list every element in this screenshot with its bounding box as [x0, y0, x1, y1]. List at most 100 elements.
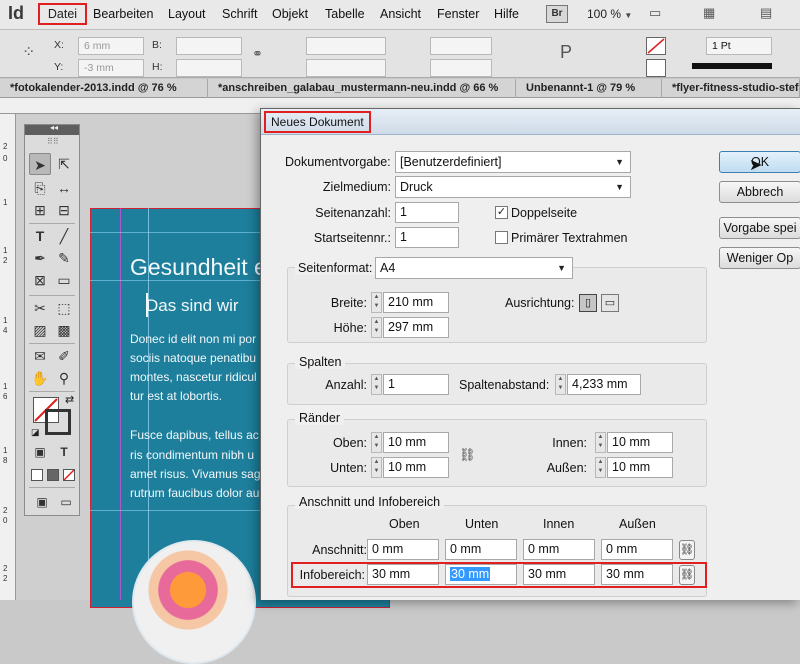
breite-stepper[interactable]: ▲ ▼ [371, 292, 382, 313]
gap-tool-icon[interactable]: ↔ [53, 177, 75, 199]
hand-tool-icon[interactable]: ✋ [29, 367, 51, 389]
apply-none-icon[interactable] [63, 469, 75, 481]
infobereich-unten-field[interactable]: 30 mm [445, 564, 517, 585]
hoehe-stepper[interactable]: ▲ ▼ [371, 317, 382, 338]
menu-bearbeiten[interactable]: Bearbeiten [93, 7, 153, 21]
scissors-tool-icon[interactable]: ✂ [29, 297, 51, 319]
anschnitt-oben-field[interactable]: 0 mm [367, 539, 439, 560]
constrain-proportions-icon[interactable]: ⚭ [252, 46, 263, 62]
normal-view-icon[interactable]: ▣ [31, 491, 53, 513]
selection-tool-icon[interactable]: ➤ [29, 153, 51, 175]
body-text-line[interactable]: sociis natoque penatibu [130, 349, 256, 369]
menu-ansicht[interactable]: Ansicht [380, 7, 421, 21]
body-text-line[interactable]: montes, nascetur ridicul [130, 368, 257, 388]
zoom-level[interactable]: 100 % ▼ [587, 7, 632, 21]
width-field[interactable] [176, 37, 242, 55]
scale-x-field[interactable] [306, 37, 386, 55]
spaltenabstand-field[interactable]: 4,233 mm [567, 374, 641, 395]
tab-anschreiben[interactable]: *anschreiben_galabau_mustermann-neu.indd… [208, 79, 516, 98]
collapse-icon[interactable]: ◂◂ [50, 123, 58, 132]
anschnitt-innen-field[interactable]: 0 mm [523, 539, 595, 560]
dialog-titlebar[interactable]: Neues Dokument [261, 109, 800, 135]
formatting-text-icon[interactable]: T [53, 441, 75, 463]
textrahmen-checkbox[interactable] [495, 231, 508, 244]
free-transform-tool-icon[interactable]: ⬚ [53, 297, 75, 319]
pencil-tool-icon[interactable]: ✎ [53, 247, 75, 269]
breite-field[interactable]: 210 mm [383, 292, 449, 313]
spaltenabstand-stepper[interactable]: ▲ ▼ [555, 374, 566, 395]
page-subhead[interactable]: Das sind wir [146, 296, 239, 316]
tab-unbenannt[interactable]: Unbenannt-1 @ 79 % [516, 79, 662, 98]
portrait-orientation-icon[interactable]: ▯ [579, 294, 597, 312]
aussen-field[interactable]: 10 mm [607, 457, 673, 478]
infobereich-link-icon[interactable]: ⛓ [679, 565, 695, 585]
aussen-stepper[interactable]: ▲ ▼ [595, 457, 606, 478]
content-placer-icon[interactable]: ⊟ [53, 199, 75, 221]
apply-gradient-icon[interactable] [47, 469, 59, 481]
x-field[interactable]: 6 mm [78, 37, 144, 55]
formatting-container-icon[interactable]: ▣ [29, 441, 51, 463]
direct-selection-tool-icon[interactable]: ⇱ [53, 153, 75, 175]
menu-schrift[interactable]: Schrift [222, 7, 257, 21]
dokumentvorgabe-select[interactable]: [Benutzerdefiniert] ▼ [395, 151, 631, 173]
anzahl-stepper[interactable]: ▲ ▼ [371, 374, 382, 395]
startseite-field[interactable]: 1 [395, 227, 459, 248]
infobereich-aussen-field[interactable]: 30 mm [601, 564, 673, 585]
seitenformat-select[interactable]: A4 ▼ [375, 257, 573, 279]
menu-objekt[interactable]: Objekt [272, 7, 308, 21]
zoom-tool-icon[interactable]: ⚲ [53, 367, 75, 389]
pen-tool-icon[interactable]: ✒ [29, 247, 51, 269]
body-text-line[interactable]: Fusce dapibus, tellus ac [130, 426, 259, 446]
reference-point-icon[interactable]: ⁘ [22, 42, 35, 62]
innen-stepper[interactable]: ▲ ▼ [595, 432, 606, 453]
menu-tabelle[interactable]: Tabelle [325, 7, 365, 21]
rectangle-frame-tool-icon[interactable]: ⊠ [29, 269, 51, 291]
oben-stepper[interactable]: ▲ ▼ [371, 432, 382, 453]
gradient-feather-tool-icon[interactable]: ▩ [53, 319, 75, 341]
page-tool-icon[interactable]: ⎘ [29, 177, 51, 199]
tools-panel-header[interactable]: ◂◂ [25, 123, 79, 135]
swap-colors-icon[interactable]: ⇄ [65, 393, 74, 406]
tab-flyer[interactable]: *flyer-fitness-studio-stefan [662, 79, 800, 98]
screen-mode-icon[interactable]: ▭ [649, 5, 661, 21]
infobereich-innen-field[interactable]: 30 mm [523, 564, 595, 585]
menu-layout[interactable]: Layout [168, 7, 206, 21]
rectangle-tool-icon[interactable]: ▭ [53, 269, 75, 291]
fill-swatch-icon[interactable] [646, 37, 666, 55]
stroke-type-preview[interactable] [692, 63, 772, 69]
scale-y-field[interactable] [306, 59, 386, 77]
menu-datei[interactable]: Datei [38, 3, 87, 25]
line-tool-icon[interactable]: ╱ [53, 225, 75, 247]
body-text-line[interactable]: amet risus. Vivamus sag [130, 465, 261, 485]
unten-field[interactable]: 10 mm [383, 457, 449, 478]
y-field[interactable]: -3 mm [78, 59, 144, 77]
bridge-button[interactable]: Br [546, 5, 568, 23]
abbrechen-button[interactable]: Abbrech [719, 181, 800, 203]
body-text-line[interactable]: ris condimentum nibh u [130, 446, 254, 466]
stroke-weight-field[interactable]: 1 Pt [706, 37, 772, 55]
stroke-swatch-icon[interactable] [646, 59, 666, 77]
note-tool-icon[interactable]: ✉ [29, 345, 51, 367]
screen-mode-toggle-icon[interactable]: ▭ [55, 491, 77, 513]
tab-fotokalender[interactable]: *fotokalender-2013.indd @ 76 % [0, 79, 208, 98]
gradient-swatch-tool-icon[interactable]: ▨ [29, 319, 51, 341]
oben-field[interactable]: 10 mm [383, 432, 449, 453]
body-text-line[interactable]: tur est at lobortis. [130, 387, 222, 407]
text-wrap-icon[interactable]: P [560, 42, 572, 63]
page-headline[interactable]: Gesundheit e [130, 254, 267, 281]
height-field[interactable] [176, 59, 242, 77]
chain-link-icon[interactable]: ⛓ [459, 447, 476, 463]
type-tool-icon[interactable]: T [29, 225, 51, 247]
content-collector-icon[interactable]: ⊞ [29, 199, 51, 221]
fitness-photo-circle[interactable] [132, 540, 256, 664]
body-text-line[interactable]: rutrum faucibus dolor au [130, 484, 259, 504]
seitenanzahl-field[interactable]: 1 [395, 202, 459, 223]
anzahl-field[interactable]: 1 [383, 374, 449, 395]
landscape-orientation-icon[interactable]: ▭ [601, 294, 619, 312]
anschnitt-link-icon[interactable]: ⛓ [679, 540, 695, 560]
anschnitt-unten-field[interactable]: 0 mm [445, 539, 517, 560]
apply-color-icon[interactable] [31, 469, 43, 481]
vorgabe-speichern-button[interactable]: Vorgabe spei [719, 217, 800, 239]
arrange-documents-icon[interactable]: ▤ [760, 5, 772, 21]
hoehe-field[interactable]: 297 mm [383, 317, 449, 338]
